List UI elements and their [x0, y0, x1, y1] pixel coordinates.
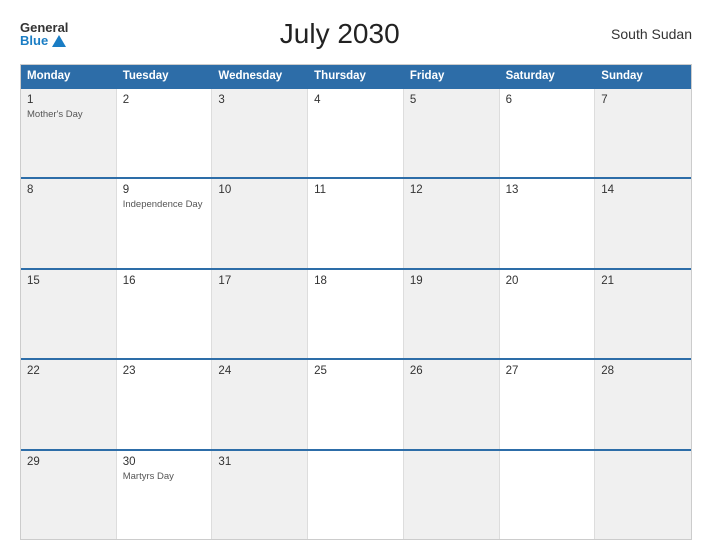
cal-cell: 21 — [595, 270, 691, 358]
logo-blue-text: Blue — [20, 34, 66, 47]
cal-cell: 5 — [404, 89, 500, 177]
header-cell-sunday: Sunday — [595, 65, 691, 87]
header-cell-saturday: Saturday — [500, 65, 596, 87]
day-number: 21 — [601, 275, 685, 287]
day-number: 15 — [27, 275, 110, 287]
header-cell-thursday: Thursday — [308, 65, 404, 87]
day-number: 1 — [27, 94, 110, 106]
day-number: 10 — [218, 184, 301, 196]
day-number: 2 — [123, 94, 206, 106]
cal-cell: 23 — [117, 360, 213, 448]
header-cell-monday: Monday — [21, 65, 117, 87]
day-number: 31 — [218, 456, 301, 468]
cal-cell — [595, 451, 691, 539]
header-cell-friday: Friday — [404, 65, 500, 87]
country-label: South Sudan — [611, 26, 692, 42]
day-number: 11 — [314, 184, 397, 196]
event-label: Independence Day — [123, 199, 206, 210]
day-number: 9 — [123, 184, 206, 196]
cal-cell: 24 — [212, 360, 308, 448]
calendar-header: MondayTuesdayWednesdayThursdayFridaySatu… — [21, 65, 691, 87]
day-number: 13 — [506, 184, 589, 196]
calendar-body: 1Mother's Day23456789Independence Day101… — [21, 87, 691, 539]
header: General Blue July 2030 South Sudan — [20, 18, 692, 50]
cal-cell: 31 — [212, 451, 308, 539]
week-row-3: 15 16 17 18 19 20 21 — [21, 268, 691, 358]
day-number: 19 — [410, 275, 493, 287]
cal-cell: 29 — [21, 451, 117, 539]
cal-cell: 2 — [117, 89, 213, 177]
calendar-title: July 2030 — [68, 18, 611, 50]
cal-cell — [404, 451, 500, 539]
cal-cell: 20 — [500, 270, 596, 358]
cal-cell: 4 — [308, 89, 404, 177]
day-number: 14 — [601, 184, 685, 196]
day-number: 26 — [410, 365, 493, 377]
cal-cell: 26 — [404, 360, 500, 448]
logo-triangle-icon — [52, 35, 66, 47]
day-number: 28 — [601, 365, 685, 377]
cal-cell — [500, 451, 596, 539]
cal-cell: 10 — [212, 179, 308, 267]
cal-cell: 12 — [404, 179, 500, 267]
cal-cell: 16 — [117, 270, 213, 358]
day-number: 6 — [506, 94, 589, 106]
day-number: 18 — [314, 275, 397, 287]
day-number: 22 — [27, 365, 110, 377]
cal-cell — [308, 451, 404, 539]
header-cell-wednesday: Wednesday — [212, 65, 308, 87]
day-number: 7 — [601, 94, 685, 106]
cal-cell: 3 — [212, 89, 308, 177]
day-number: 5 — [410, 94, 493, 106]
day-number: 17 — [218, 275, 301, 287]
cal-cell: 19 — [404, 270, 500, 358]
day-number: 3 — [218, 94, 301, 106]
day-number: 23 — [123, 365, 206, 377]
logo: General Blue — [20, 21, 68, 47]
cal-cell: 1 Mother's Day — [21, 89, 117, 177]
day-number: 30 — [123, 456, 206, 468]
day-number: 4 — [314, 94, 397, 106]
cal-cell: 22 — [21, 360, 117, 448]
day-number: 29 — [27, 456, 110, 468]
cal-cell: 18 — [308, 270, 404, 358]
cal-cell: 14 — [595, 179, 691, 267]
cal-cell: 13 — [500, 179, 596, 267]
page: General Blue July 2030 South Sudan Monda… — [0, 0, 712, 550]
cal-cell: 6 — [500, 89, 596, 177]
day-number: 25 — [314, 365, 397, 377]
event-label: Mother's Day — [27, 109, 110, 120]
header-cell-tuesday: Tuesday — [117, 65, 213, 87]
day-number: 16 — [123, 275, 206, 287]
event-label: Martyrs Day — [123, 471, 206, 482]
cal-cell: 15 — [21, 270, 117, 358]
cal-cell: 28 — [595, 360, 691, 448]
cal-cell: 25 — [308, 360, 404, 448]
cal-cell: 7 — [595, 89, 691, 177]
day-number: 8 — [27, 184, 110, 196]
cal-cell: 27 — [500, 360, 596, 448]
cal-cell: 30 Martyrs Day — [117, 451, 213, 539]
cal-cell: 17 — [212, 270, 308, 358]
day-number: 24 — [218, 365, 301, 377]
cal-cell: 8 — [21, 179, 117, 267]
day-number: 12 — [410, 184, 493, 196]
week-row-1: 1Mother's Day234567 — [21, 87, 691, 177]
day-number: 27 — [506, 365, 589, 377]
cal-cell: 9 Independence Day — [117, 179, 213, 267]
cal-cell: 11 — [308, 179, 404, 267]
week-row-5: 29 30 Martyrs Day 31 — [21, 449, 691, 539]
week-row-4: 22 23 24 25 26 27 28 — [21, 358, 691, 448]
day-number: 20 — [506, 275, 589, 287]
calendar: MondayTuesdayWednesdayThursdayFridaySatu… — [20, 64, 692, 540]
week-row-2: 8 9 Independence Day 10 11 12 13 14 — [21, 177, 691, 267]
